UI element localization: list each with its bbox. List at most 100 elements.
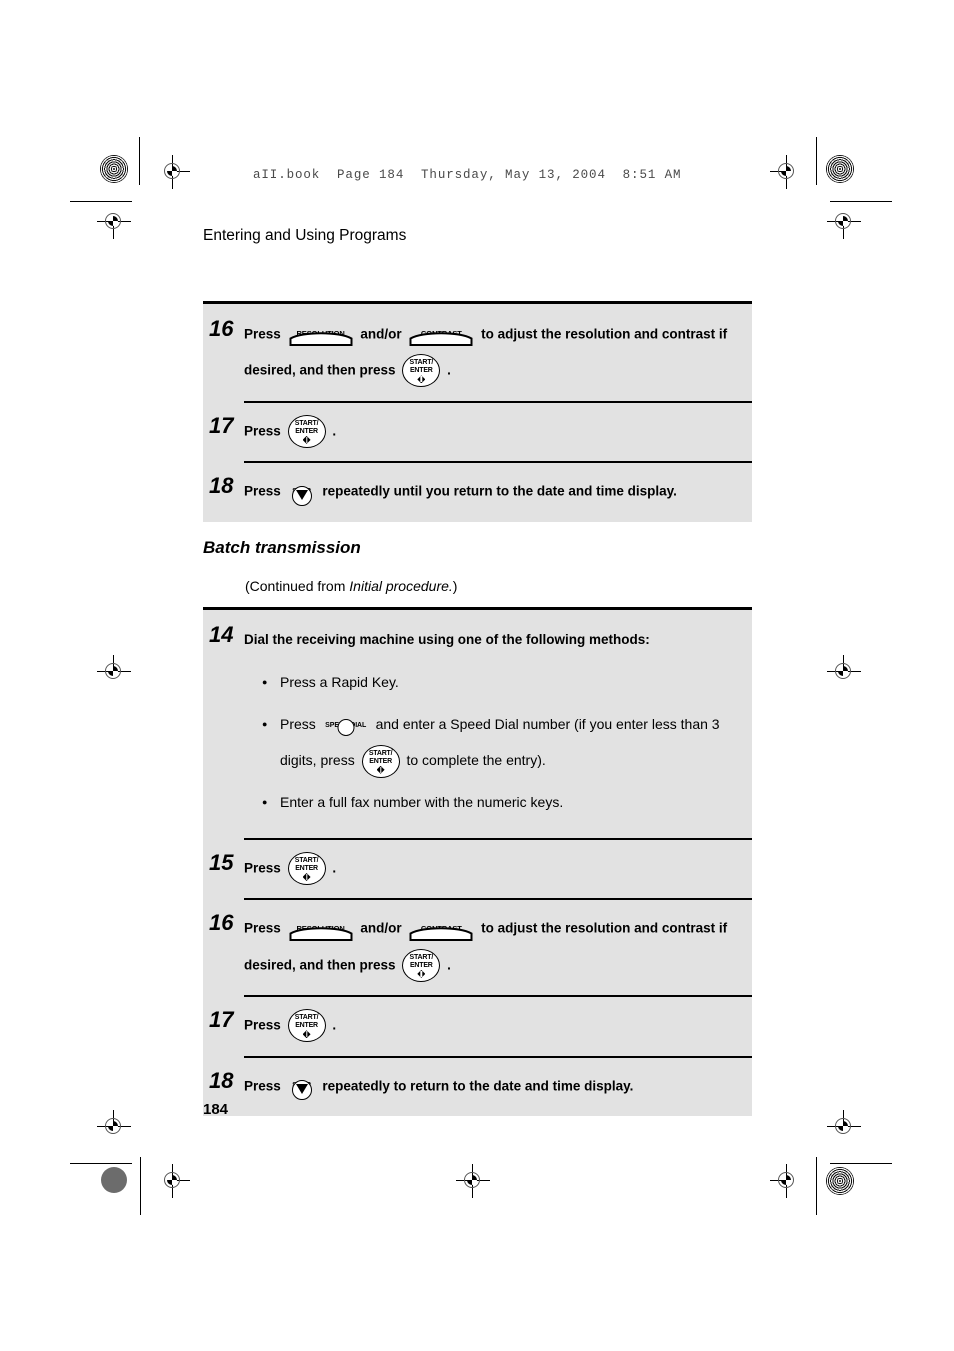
crop-line-top-right-vertical: [816, 137, 817, 185]
start-enter-key-label-line1: START/: [294, 1014, 319, 1022]
step-title: Dial the receiving machine using one of …: [244, 632, 650, 647]
step-body: Press START/ ENTER .: [244, 1007, 752, 1043]
step-text-period: .: [447, 957, 451, 973]
crop-line-lower-left-horizontal: [70, 1163, 132, 1164]
crop-line-upper-right-horizontal: [830, 201, 892, 202]
solid-dot-bottom-left: [101, 1167, 127, 1193]
continued-prefix: (Continued from: [245, 578, 350, 594]
stop-key[interactable]: STOP: [289, 1069, 315, 1103]
registration-mark-bottom-center: [456, 1164, 490, 1198]
step-body: Press RESOLUTION and/or CONTRAST to adju…: [244, 910, 752, 983]
registration-mark-middle-left: [97, 655, 131, 689]
stop-key[interactable]: STOP: [289, 475, 315, 509]
crop-line-upper-left-horizontal: [70, 201, 132, 202]
step-row: 16 Press RESOLUTION and/or CONTRAST to a…: [203, 898, 752, 995]
start-enter-key-label-line2: ENTER: [409, 961, 433, 969]
start-enter-key[interactable]: START/ ENTER: [402, 354, 441, 388]
registration-mark-bottom-left: [156, 1164, 190, 1198]
start-enter-key[interactable]: START/ ENTER: [287, 414, 326, 448]
stop-triangle-icon: [295, 1084, 308, 1095]
step-row: 18 Press STOP repeatedly to return to th…: [203, 1055, 752, 1116]
steps-table-program-tail: 16 Press RESOLUTION and/or CONTRAST to a…: [203, 301, 752, 522]
bullet-text-line2: digits, press: [280, 752, 355, 768]
step-number: 16: [209, 316, 234, 341]
start-enter-key[interactable]: START/ ENTER: [402, 948, 441, 982]
step-row: 14 Dial the receiving machine using one …: [203, 610, 752, 838]
registration-mark-lower-left: [97, 1110, 131, 1144]
resolution-key-cap-icon: [289, 332, 353, 347]
dial-method-list: Press a Rapid Key. Press SPEED DIAL and …: [244, 664, 742, 820]
step-row: 17 Press START/ ENTER .: [203, 400, 752, 461]
stop-triangle-icon: [295, 489, 308, 500]
registration-mark-top-right: [770, 155, 804, 189]
crop-line-bottom-left-vertical: [140, 1157, 141, 1215]
step-text-period: .: [332, 423, 337, 439]
bullet-text-tail: and enter a Speed Dial number (if you en…: [375, 716, 720, 732]
step-row: 15 Press START/ ENTER .: [203, 838, 752, 898]
step-text-line2: desired, and then press: [244, 957, 396, 973]
moire-dot-top-right: [826, 155, 854, 183]
registration-mark-middle-right: [827, 655, 861, 689]
bullet-text: Press a Rapid Key.: [280, 674, 399, 690]
registration-mark-upper-right: [827, 205, 861, 239]
step-text: Press: [244, 920, 281, 936]
step-body: Press START/ ENTER .: [244, 413, 752, 449]
bullet-text-line2-tail: to complete the entry).: [406, 752, 546, 768]
step-text: Press: [244, 1078, 281, 1094]
contrast-key-cap-icon: [409, 332, 473, 347]
continued-italic-reference: Initial procedure.: [349, 578, 453, 594]
crop-line-lower-right-horizontal: [830, 1163, 892, 1164]
step-text-tail: repeatedly until you return to the date …: [322, 483, 677, 499]
step-text-conjunction: and/or: [360, 920, 402, 936]
step-row: 17 Press START/ ENTER .: [203, 995, 752, 1055]
list-item: Press a Rapid Key.: [262, 664, 742, 700]
step-body: Press START/ ENTER .: [244, 850, 752, 886]
registration-mark-bottom-right: [770, 1164, 804, 1198]
start-enter-key[interactable]: START/ ENTER: [361, 744, 400, 778]
resolution-key[interactable]: RESOLUTION: [289, 319, 353, 349]
start-enter-key-label-line1: START/: [294, 856, 319, 864]
section-heading: Batch transmission: [203, 538, 361, 557]
step-text-tail: to adjust the resolution and contrast if: [481, 920, 728, 936]
bullet-text: Enter a full fax number with the numeric…: [280, 794, 564, 810]
page-number: 184: [203, 1101, 229, 1118]
speed-dial-key[interactable]: SPEED DIAL: [324, 710, 368, 740]
moire-dot-bottom-right: [826, 1167, 854, 1195]
step-text-conjunction: and/or: [360, 326, 402, 342]
step-number: 16: [209, 910, 234, 936]
step-text-tail: to adjust the resolution and contrast if: [481, 326, 728, 342]
start-enter-key-label-line1: START/: [409, 953, 434, 961]
step-text-line2: desired, and then press: [244, 362, 396, 378]
contrast-key[interactable]: CONTRAST: [409, 319, 473, 349]
step-text: Press: [244, 483, 281, 499]
book-file-header: aII.book Page 184 Thursday, May 13, 2004…: [253, 168, 682, 182]
resolution-key-cap-icon: [289, 927, 353, 941]
step-text: Press: [244, 1017, 281, 1033]
start-enter-key-label-line2: ENTER: [369, 757, 392, 765]
crop-line-top-left-vertical: [139, 137, 140, 185]
step-text: Press: [244, 860, 281, 876]
start-enter-key[interactable]: START/ ENTER: [287, 1009, 326, 1043]
start-enter-key-label-line2: ENTER: [409, 367, 433, 375]
resolution-key[interactable]: RESOLUTION: [289, 914, 353, 944]
step-body: Dial the receiving machine using one of …: [244, 622, 752, 826]
contrast-key-cap-icon: [409, 927, 473, 941]
step-text: Press: [244, 423, 281, 439]
step-row: 16 Press RESOLUTION and/or CONTRAST to a…: [203, 304, 752, 401]
step-number: 17: [209, 412, 234, 438]
step-number: 17: [209, 1007, 234, 1033]
step-body: Press RESOLUTION and/or CONTRAST to adju…: [244, 316, 752, 389]
start-enter-key-label-line1: START/: [409, 359, 434, 367]
start-enter-key[interactable]: START/ ENTER: [287, 851, 326, 885]
start-enter-key-label-line1: START/: [368, 749, 393, 757]
start-enter-key-label-line2: ENTER: [295, 864, 318, 872]
step-text-period: .: [447, 362, 451, 378]
registration-mark-upper-left: [97, 205, 131, 239]
start-enter-key-label-line2: ENTER: [295, 1022, 318, 1030]
continued-suffix: ): [452, 578, 458, 594]
list-item: Press SPEED DIAL and enter a Speed Dial …: [262, 706, 742, 778]
start-enter-key-label-line1: START/: [294, 419, 319, 427]
step-text-period: .: [332, 1017, 337, 1033]
step-row: 18 Press STOP repeatedly until you retur…: [203, 461, 752, 521]
contrast-key[interactable]: CONTRAST: [409, 914, 473, 944]
